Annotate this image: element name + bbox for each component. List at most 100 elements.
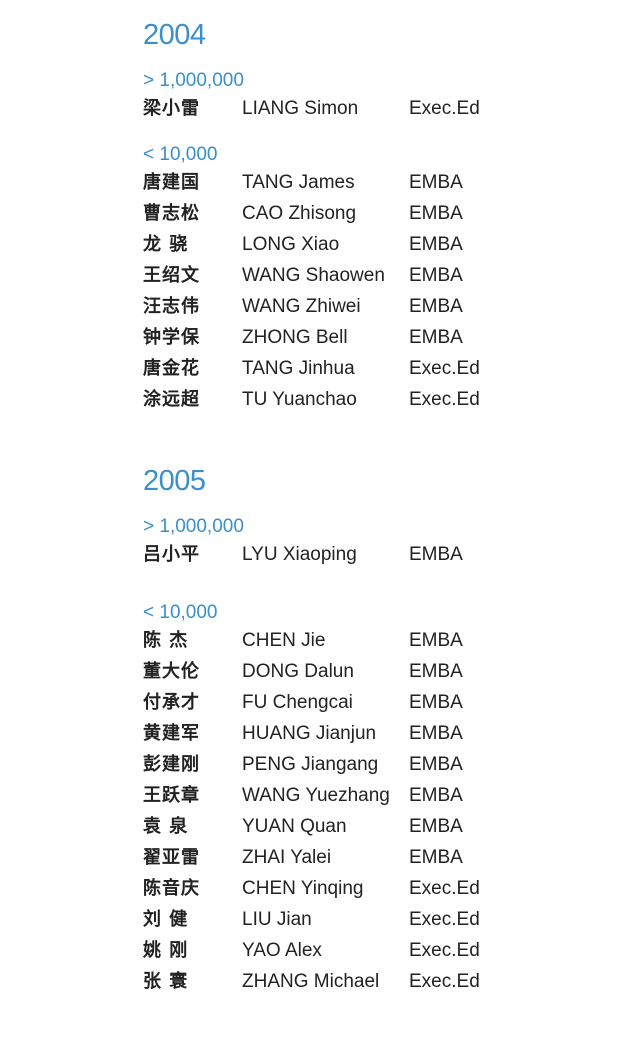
- english-name: LIANG Simon: [242, 97, 359, 119]
- program: EMBA: [409, 543, 463, 565]
- donor-row: 翟亚雷 ZHAI Yalei EMBA: [143, 842, 603, 873]
- program: EMBA: [409, 722, 463, 744]
- year-section: 2005 > 1,000,000 吕小平 LYU Xiaoping EMBA <…: [143, 464, 603, 997]
- english-name: TANG Jinhua: [242, 357, 355, 379]
- english-name: LONG Xiao: [242, 233, 340, 255]
- english-name: CAO Zhisong: [242, 202, 357, 224]
- program: Exec.Ed: [409, 877, 480, 899]
- donor-row: 董大伦 DONG Dalun EMBA: [143, 656, 603, 687]
- donor-row: 钟学保 ZHONG Bell EMBA: [143, 322, 603, 353]
- english-name: ZHONG Bell: [242, 326, 348, 348]
- program: Exec.Ed: [409, 388, 480, 410]
- english-name: CHEN Yinqing: [242, 877, 364, 899]
- chinese-name: 姚 刚: [143, 939, 189, 961]
- chinese-name: 吕小平: [143, 543, 200, 565]
- program: EMBA: [409, 295, 463, 317]
- program: EMBA: [409, 202, 463, 224]
- program: EMBA: [409, 815, 463, 837]
- chinese-name: 陈音庆: [143, 877, 200, 899]
- year-section: 2004 > 1,000,000 梁小雷 LIANG Simon Exec.Ed…: [143, 18, 603, 415]
- program: EMBA: [409, 171, 463, 193]
- english-name: LYU Xiaoping: [242, 543, 357, 565]
- donor-row: 刘 健 LIU Jian Exec.Ed: [143, 904, 603, 935]
- donation-group: > 1,000,000 吕小平 LYU Xiaoping EMBA: [143, 515, 603, 570]
- amount-range-label: > 1,000,000: [143, 516, 244, 537]
- chinese-name: 曹志松: [143, 202, 200, 224]
- chinese-name: 付承才: [143, 691, 200, 713]
- donor-row: 付承才 FU Chengcai EMBA: [143, 687, 603, 718]
- program: EMBA: [409, 326, 463, 348]
- chinese-name: 黄建军: [143, 722, 200, 744]
- donor-row: 汪志伟 WANG Zhiwei EMBA: [143, 291, 603, 322]
- english-name: TU Yuanchao: [242, 388, 357, 410]
- program: EMBA: [409, 691, 463, 713]
- chinese-name: 翟亚雷: [143, 846, 200, 868]
- donor-row: 龙 骁 LONG Xiao EMBA: [143, 229, 603, 260]
- chinese-name: 唐金花: [143, 357, 200, 379]
- chinese-name: 王跃章: [143, 784, 200, 806]
- chinese-name: 龙 骁: [143, 233, 189, 255]
- english-name: YAO Alex: [242, 939, 322, 961]
- chinese-name: 梁小雷: [143, 97, 200, 119]
- program: EMBA: [409, 784, 463, 806]
- program: Exec.Ed: [409, 970, 480, 992]
- chinese-name: 袁 泉: [143, 815, 189, 837]
- donor-row: 王绍文 WANG Shaowen EMBA: [143, 260, 603, 291]
- donation-group: < 10,000 唐建国 TANG James EMBA 曹志松 CAO Zhi…: [143, 143, 603, 415]
- amount-range-label: < 10,000: [143, 144, 218, 165]
- program: Exec.Ed: [409, 939, 480, 961]
- english-name: HUANG Jianjun: [242, 722, 377, 744]
- chinese-name: 钟学保: [143, 326, 200, 348]
- year-heading: 2005: [143, 465, 206, 497]
- chinese-name: 刘 健: [143, 908, 189, 930]
- chinese-name: 董大伦: [143, 660, 200, 682]
- donor-row: 梁小雷 LIANG Simon Exec.Ed: [143, 93, 603, 124]
- english-name: FU Chengcai: [242, 691, 353, 713]
- english-name: WANG Shaowen: [242, 264, 385, 286]
- program: Exec.Ed: [409, 908, 480, 930]
- amount-range-label: > 1,000,000: [143, 70, 244, 91]
- year-heading: 2004: [143, 19, 206, 51]
- donor-row: 陈音庆 CHEN Yinqing Exec.Ed: [143, 873, 603, 904]
- program: EMBA: [409, 753, 463, 775]
- chinese-name: 陈 杰: [143, 629, 189, 651]
- donor-row: 黄建军 HUANG Jianjun EMBA: [143, 718, 603, 749]
- english-name: YUAN Quan: [242, 815, 347, 837]
- donation-group: > 1,000,000 梁小雷 LIANG Simon Exec.Ed: [143, 69, 603, 124]
- donor-row: 唐建国 TANG James EMBA: [143, 167, 603, 198]
- program: EMBA: [409, 660, 463, 682]
- english-name: CHEN Jie: [242, 629, 326, 651]
- donor-row: 曹志松 CAO Zhisong EMBA: [143, 198, 603, 229]
- english-name: DONG Dalun: [242, 660, 354, 682]
- donor-row: 姚 刚 YAO Alex Exec.Ed: [143, 935, 603, 966]
- chinese-name: 涂远超: [143, 388, 200, 410]
- donor-row: 袁 泉 YUAN Quan EMBA: [143, 811, 603, 842]
- program: EMBA: [409, 629, 463, 651]
- donor-row: 唐金花 TANG Jinhua Exec.Ed: [143, 353, 603, 384]
- chinese-name: 王绍文: [143, 264, 200, 286]
- program: Exec.Ed: [409, 357, 480, 379]
- chinese-name: 唐建国: [143, 171, 200, 193]
- program: EMBA: [409, 846, 463, 868]
- chinese-name: 彭建刚: [143, 753, 200, 775]
- english-name: ZHANG Michael: [242, 970, 380, 992]
- english-name: TANG James: [242, 171, 355, 193]
- donor-row: 涂远超 TU Yuanchao Exec.Ed: [143, 384, 603, 415]
- program: EMBA: [409, 233, 463, 255]
- english-name: LIU Jian: [242, 908, 312, 930]
- english-name: PENG Jiangang: [242, 753, 379, 775]
- chinese-name: 汪志伟: [143, 295, 200, 317]
- donation-group: < 10,000 陈 杰 CHEN Jie EMBA 董大伦 DONG Dalu…: [143, 601, 603, 997]
- donor-row: 王跃章 WANG Yuezhang EMBA: [143, 780, 603, 811]
- donor-list: 2004 > 1,000,000 梁小雷 LIANG Simon Exec.Ed…: [143, 18, 603, 997]
- english-name: ZHAI Yalei: [242, 846, 332, 868]
- donor-row: 陈 杰 CHEN Jie EMBA: [143, 625, 603, 656]
- donor-row: 彭建刚 PENG Jiangang EMBA: [143, 749, 603, 780]
- donor-row: 吕小平 LYU Xiaoping EMBA: [143, 539, 603, 570]
- program: EMBA: [409, 264, 463, 286]
- english-name: WANG Zhiwei: [242, 295, 361, 317]
- amount-range-label: < 10,000: [143, 602, 218, 623]
- chinese-name: 张 寰: [143, 970, 189, 992]
- donor-row: 张 寰 ZHANG Michael Exec.Ed: [143, 966, 603, 997]
- english-name: WANG Yuezhang: [242, 784, 390, 806]
